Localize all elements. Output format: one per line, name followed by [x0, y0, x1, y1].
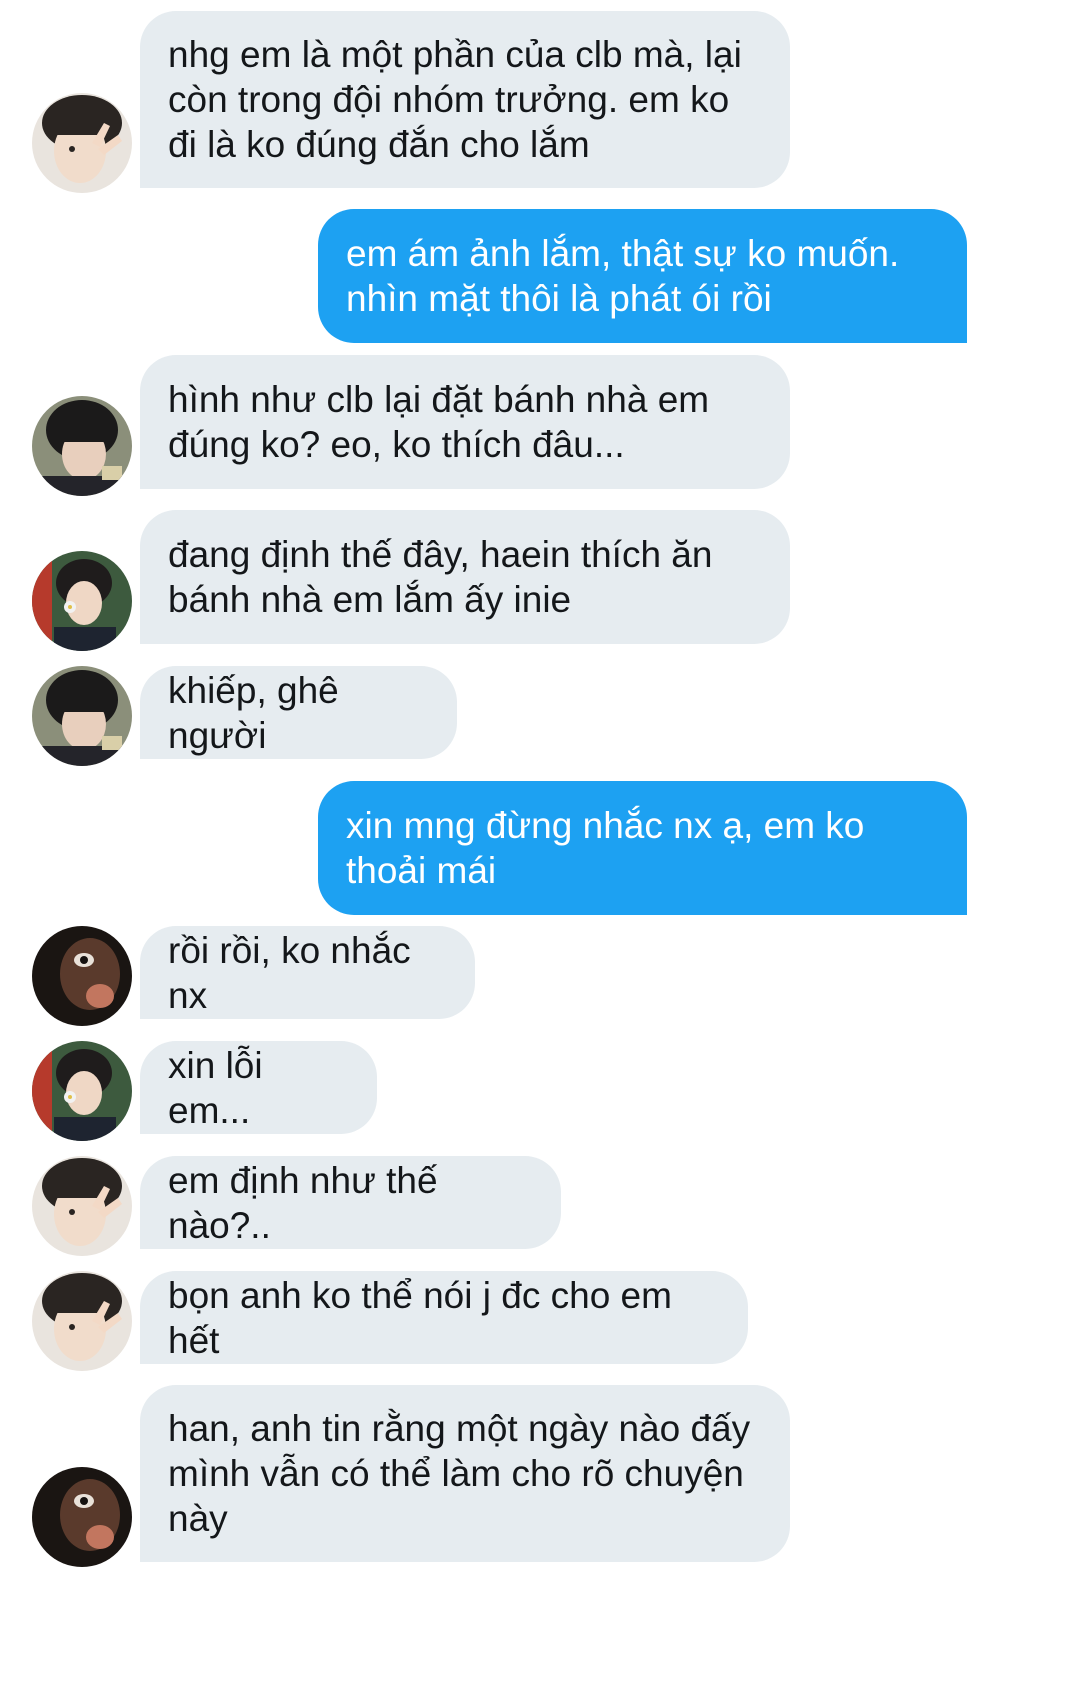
avatar-flower-icon[interactable]	[32, 551, 132, 651]
chat-thread: nhg em là một phần của clb mà, lại còn t…	[0, 0, 1080, 1696]
message-text: bọn anh ko thể nói j đc cho em hết	[168, 1274, 672, 1361]
message-text: rồi rồi, ko nhắc nx	[168, 929, 411, 1016]
message-bubble-outgoing[interactable]: xin mng đừng nhắc nx ạ, em ko thoải mái	[318, 781, 967, 915]
message-text: han, anh tin rằng một ngày nào đấy mình …	[168, 1408, 751, 1539]
message-bubble-incoming[interactable]: em định như thế nào?..	[140, 1156, 561, 1249]
message-bubble-incoming[interactable]: nhg em là một phần của clb mà, lại còn t…	[140, 11, 790, 188]
avatar-closeup-eye-icon[interactable]	[32, 1467, 132, 1567]
message-bubble-incoming[interactable]: khiếp, ghê người	[140, 666, 457, 759]
avatar-peace-sign-icon[interactable]	[32, 93, 132, 193]
avatar-peace-sign-icon[interactable]	[32, 1271, 132, 1371]
message-bubble-incoming[interactable]: bọn anh ko thể nói j đc cho em hết	[140, 1271, 748, 1364]
message-bubble-incoming[interactable]: xin lỗi em...	[140, 1041, 377, 1134]
avatar-closeup-eye-icon[interactable]	[32, 926, 132, 1026]
message-text: xin mng đừng nhắc nx ạ, em ko thoải mái	[346, 805, 865, 891]
avatar-dark-hair-icon[interactable]	[32, 666, 132, 766]
message-bubble-incoming[interactable]: hình như clb lại đặt bánh nhà em đúng ko…	[140, 355, 790, 489]
message-text: đang định thế đây, haein thích ăn bánh n…	[168, 534, 713, 620]
message-bubble-incoming[interactable]: han, anh tin rằng một ngày nào đấy mình …	[140, 1385, 790, 1562]
avatar-dark-hair-icon[interactable]	[32, 396, 132, 496]
message-text: khiếp, ghê người	[168, 669, 339, 756]
message-bubble-incoming[interactable]: đang định thế đây, haein thích ăn bánh n…	[140, 510, 790, 644]
message-bubble-outgoing[interactable]: em ám ảnh lắm, thật sự ko muốn. nhìn mặt…	[318, 209, 967, 343]
message-text: em định như thế nào?..	[168, 1159, 438, 1246]
avatar-flower-icon[interactable]	[32, 1041, 132, 1141]
message-text: nhg em là một phần của clb mà, lại còn t…	[168, 34, 742, 165]
avatar-peace-sign-icon[interactable]	[32, 1156, 132, 1256]
message-bubble-incoming[interactable]: rồi rồi, ko nhắc nx	[140, 926, 475, 1019]
message-text: xin lỗi em...	[168, 1044, 263, 1131]
message-text: hình như clb lại đặt bánh nhà em đúng ko…	[168, 379, 710, 465]
message-text: em ám ảnh lắm, thật sự ko muốn. nhìn mặt…	[346, 233, 900, 319]
